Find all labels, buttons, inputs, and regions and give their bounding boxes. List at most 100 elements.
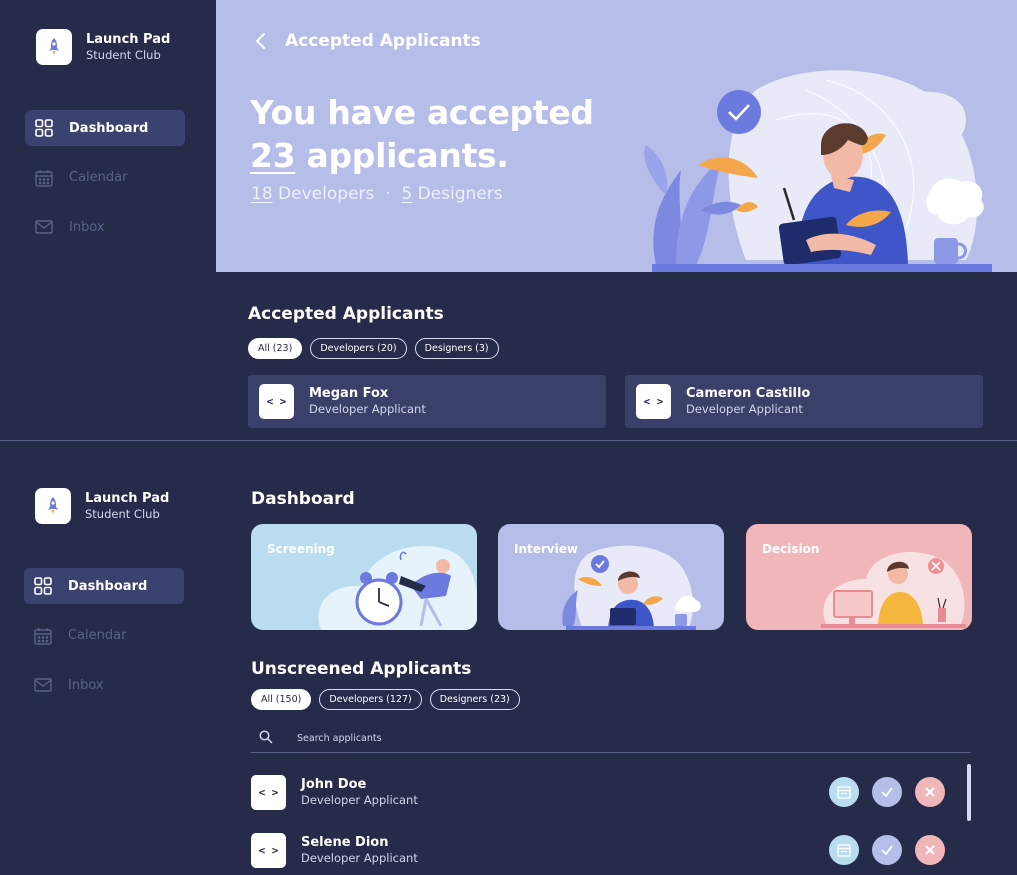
sidebar-item-label: Calendar	[69, 170, 128, 185]
applicant-role: Developer Applicant	[301, 792, 418, 807]
filter-developers[interactable]: Developers (127)	[319, 689, 422, 710]
sidebar-item-calendar[interactable]: Calendar	[25, 160, 185, 196]
sidebar-item-label: Dashboard	[68, 578, 148, 594]
code-icon: < >	[636, 384, 671, 419]
developer-illustration	[644, 70, 992, 272]
hero-headline: You have accepted	[250, 93, 594, 132]
chevron-left-icon[interactable]	[250, 30, 272, 52]
search-input[interactable]	[297, 728, 897, 748]
accept-button[interactable]	[872, 777, 902, 807]
designer-count[interactable]: 5	[401, 184, 412, 204]
applicant-name: John Doe	[301, 776, 367, 792]
filter-pills: All (23) Developers (20) Designers (3)	[248, 338, 507, 359]
check-badge-icon	[717, 90, 761, 134]
grid-icon	[35, 119, 53, 137]
applicant-name: Selene Dion	[301, 834, 389, 850]
section-title-unscreened: Unscreened Applicants	[251, 659, 472, 679]
list-item[interactable]: < > Selene Dion Developer Applicant	[251, 832, 961, 868]
hero-headline-count-line: 23 applicants.	[250, 136, 509, 175]
applicant-card[interactable]: < > Megan Fox Developer Applicant	[248, 375, 606, 428]
sidebar-item-inbox[interactable]: Inbox	[25, 209, 185, 245]
accepted-applicants-screen: Launch Pad Student Club Dashboard Calend…	[0, 0, 1017, 440]
search-bar	[251, 724, 971, 753]
filter-all[interactable]: All (23)	[248, 338, 303, 359]
stage-card-interview[interactable]: Interview	[498, 524, 724, 630]
search-icon	[259, 730, 273, 744]
calendar-icon	[837, 786, 851, 799]
sidebar-item-dashboard[interactable]: Dashboard	[24, 568, 184, 604]
sidebar-item-label: Inbox	[69, 219, 105, 235]
filter-designers[interactable]: Designers (3)	[414, 338, 499, 359]
hero-banner: Accepted Applicants You have accepted 23…	[216, 0, 1017, 272]
brand[interactable]: Launch Pad Student Club	[36, 29, 170, 65]
calendar-icon	[34, 627, 52, 645]
calendar-icon	[837, 844, 851, 857]
developer-count[interactable]: 18	[251, 184, 273, 204]
stage-label: Decision	[762, 542, 820, 556]
filter-pills: All (150) Developers (127) Designers (23…	[251, 689, 528, 710]
page-title: Dashboard	[251, 489, 355, 509]
applicant-card[interactable]: < > Cameron Castillo Developer Applicant	[625, 375, 983, 428]
sidebar-item-label: Calendar	[68, 628, 127, 643]
code-icon: < >	[251, 774, 286, 810]
sidebar-item-label: Dashboard	[69, 120, 149, 136]
hero-breakdown: 18 Developers · 5 Designers	[251, 184, 503, 204]
calendar-icon	[35, 169, 53, 187]
filter-designers[interactable]: Designers (23)	[429, 689, 520, 710]
interview-illustration	[562, 545, 701, 630]
brand-subtitle: Student Club	[86, 47, 161, 62]
developer-label: Developers	[272, 184, 375, 204]
section-title-accepted: Accepted Applicants	[248, 304, 444, 324]
close-icon	[925, 787, 935, 797]
reject-button[interactable]	[915, 835, 945, 865]
stage-label: Interview	[514, 542, 578, 556]
applicant-name: Megan Fox	[309, 386, 389, 401]
scrollbar[interactable]	[967, 764, 971, 821]
schedule-button[interactable]	[829, 835, 859, 865]
sidebar: Launch Pad Student Club Dashboard Calend…	[0, 441, 216, 875]
accepted-count: 23	[250, 136, 296, 175]
decision-illustration	[821, 551, 966, 628]
page-title: Accepted Applicants	[285, 31, 481, 51]
applicant-name: Cameron Castillo	[686, 386, 811, 401]
sidebar-item-calendar[interactable]: Calendar	[24, 618, 184, 654]
accept-button[interactable]	[872, 835, 902, 865]
check-icon	[881, 787, 893, 798]
applicant-role: Developer Applicant	[686, 402, 803, 416]
applicant-role: Developer Applicant	[309, 402, 426, 416]
sidebar-item-label: Inbox	[68, 677, 104, 693]
grid-icon	[34, 577, 52, 595]
filter-all[interactable]: All (150)	[251, 689, 312, 710]
stage-label: Screening	[267, 542, 335, 556]
sidebar-item-inbox[interactable]: Inbox	[24, 667, 184, 703]
brand[interactable]: Launch Pad Student Club	[35, 488, 169, 524]
row-actions	[816, 835, 945, 865]
stage-card-screening[interactable]: Screening	[251, 524, 477, 630]
sidebar-nav: Dashboard Calendar Inbox	[24, 568, 184, 717]
row-actions	[816, 777, 945, 807]
reject-button[interactable]	[915, 777, 945, 807]
sidebar: Launch Pad Student Club Dashboard Calend…	[0, 0, 216, 440]
brand-name: Launch Pad	[86, 31, 171, 47]
brand-name: Launch Pad	[85, 490, 170, 506]
stage-card-decision[interactable]: Decision	[746, 524, 972, 630]
hero-headline-suffix: applicants.	[295, 136, 509, 175]
rocket-logo-icon	[35, 488, 71, 524]
designer-label: Designers	[412, 184, 503, 204]
list-item[interactable]: < > John Doe Developer Applicant	[251, 774, 961, 810]
sidebar-nav: Dashboard Calendar Inbox	[25, 110, 185, 259]
mail-icon	[35, 220, 53, 234]
code-icon: < >	[259, 384, 294, 419]
code-icon: < >	[251, 832, 286, 868]
close-icon	[925, 845, 935, 855]
sidebar-item-dashboard[interactable]: Dashboard	[25, 110, 185, 146]
check-icon	[881, 845, 893, 856]
mail-icon	[34, 678, 52, 692]
rocket-logo-icon	[36, 29, 72, 65]
dashboard-screen: Launch Pad Student Club Dashboard Calend…	[0, 441, 1017, 875]
schedule-button[interactable]	[829, 777, 859, 807]
brand-subtitle: Student Club	[85, 506, 160, 521]
breakdown-separator: ·	[374, 184, 402, 204]
applicant-role: Developer Applicant	[301, 850, 418, 865]
filter-developers[interactable]: Developers (20)	[310, 338, 407, 359]
